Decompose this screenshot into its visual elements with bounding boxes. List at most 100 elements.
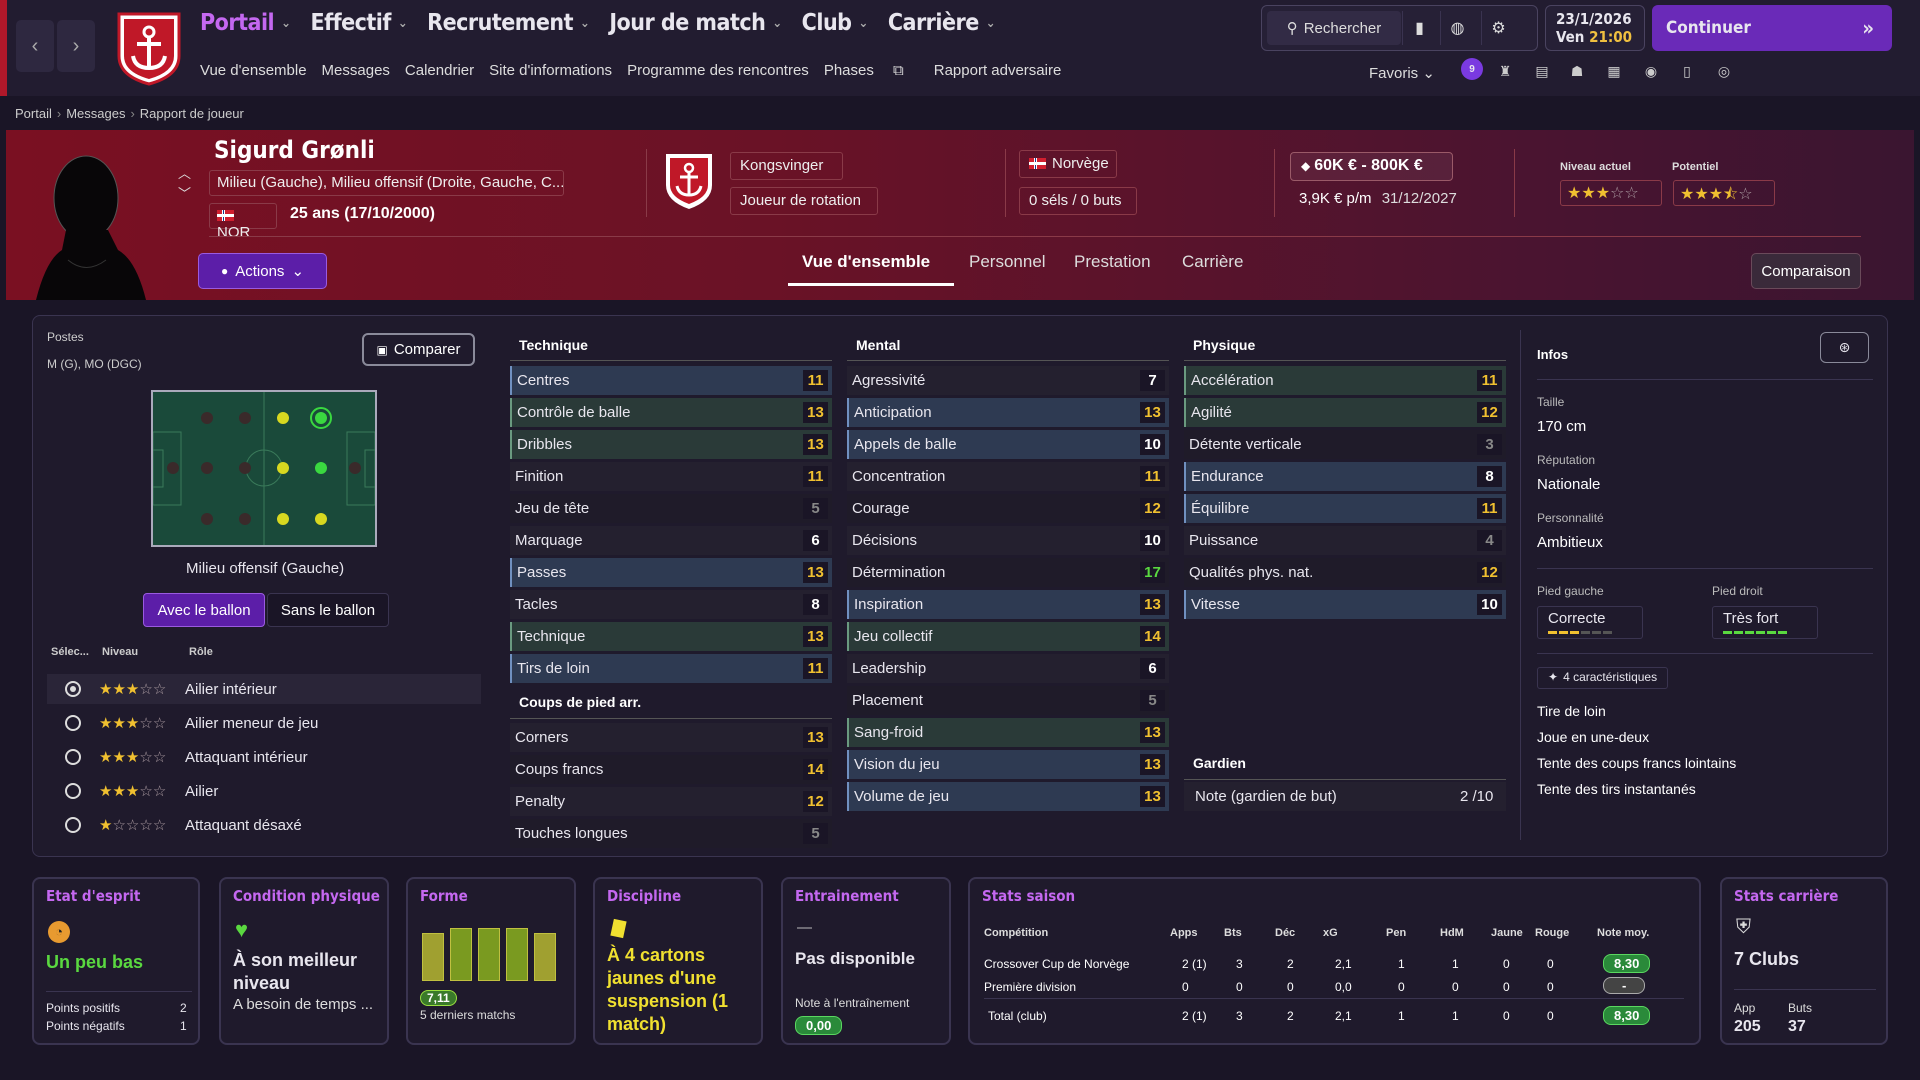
attribute-row[interactable]: Coups francs 14 — [510, 755, 832, 784]
notification-badge[interactable]: 9 — [1461, 58, 1483, 80]
role-radio[interactable] — [65, 749, 81, 765]
compare-button[interactable]: ▣ Comparer — [362, 333, 475, 366]
submenu-programme[interactable]: Programme des rencontres — [627, 62, 809, 79]
attribute-row[interactable]: Technique 13 — [510, 622, 832, 651]
attribute-row[interactable]: Vision du jeu 13 — [847, 750, 1169, 779]
attribute-row[interactable]: Sang-froid 13 — [847, 718, 1169, 747]
date-time[interactable]: 23/1/2026 Ven 21:00 — [1545, 5, 1645, 51]
attribute-row[interactable]: Jeu collectif 14 — [847, 622, 1169, 651]
submenu-site-informations[interactable]: Site d'informations — [489, 62, 612, 79]
menu-portail[interactable]: Portail ⌄ — [200, 10, 291, 36]
submenu-calendrier[interactable]: Calendrier — [405, 62, 474, 79]
finance-icon[interactable]: ▯ — [1677, 63, 1697, 83]
traits-badge[interactable]: ✦ 4 caractéristiques — [1537, 667, 1669, 689]
actions-button[interactable]: ● Actions ⌄ — [198, 253, 327, 289]
calendar-icon[interactable]: ▦ — [1604, 63, 1624, 83]
attribute-row[interactable]: Inspiration 13 — [847, 590, 1169, 619]
role-row[interactable]: ★★★☆☆ Ailier — [47, 776, 481, 806]
attribute-row[interactable]: Accélération 11 — [1184, 366, 1506, 395]
attribute-row[interactable]: Marquage 6 — [510, 526, 832, 555]
without-ball-toggle[interactable]: Sans le ballon — [267, 593, 389, 627]
globe-icon[interactable]: ◍ — [1440, 11, 1474, 45]
tactics-icon[interactable]: ▤ — [1532, 63, 1552, 83]
menu-carriere[interactable]: Carrière ⌄ — [888, 10, 996, 36]
attribute-row[interactable]: Penalty 12 — [510, 787, 832, 816]
attribute-row[interactable]: Finition 11 — [510, 462, 832, 491]
role-row[interactable]: ★★★☆☆ Attaquant intérieur — [47, 742, 481, 772]
world-icon[interactable]: ◎ — [1714, 63, 1734, 83]
attribute-row[interactable]: Endurance 8 — [1184, 462, 1506, 491]
national-team[interactable]: Norvège — [1019, 150, 1117, 178]
menu-club[interactable]: Club ⌄ — [802, 10, 869, 36]
tab-carriere[interactable]: Carrière — [1182, 252, 1243, 272]
attribute-row[interactable]: Agilité 12 — [1184, 398, 1506, 427]
favorites-dropdown[interactable]: Favoris ⌄ — [1369, 64, 1435, 82]
attribute-row[interactable]: Puissance 4 — [1184, 526, 1506, 555]
attribute-row[interactable]: Passes 13 — [510, 558, 832, 587]
attribute-row[interactable]: Tacles 8 — [510, 590, 832, 619]
attribute-row[interactable]: Décisions 10 — [847, 526, 1169, 555]
role-row[interactable]: ★☆☆☆☆ Attaquant désaxé — [47, 810, 481, 840]
attribute-row[interactable]: Détente verticale 3 — [1184, 430, 1506, 459]
attribute-row[interactable]: Qualités phys. nat. 12 — [1184, 558, 1506, 587]
menu-effectif[interactable]: Effectif ⌄ — [310, 10, 407, 36]
attribute-row[interactable]: Centres 11 — [510, 366, 832, 395]
training-card[interactable]: Entrainement — Pas disponible Note à l'e… — [781, 877, 951, 1045]
club-name[interactable]: Kongsvinger — [730, 152, 843, 180]
submenu-rapport-adversaire[interactable]: Rapport adversaire — [934, 62, 1062, 79]
submenu-phases[interactable]: Phases ⧉ — [824, 62, 919, 79]
submenu-vue-ensemble[interactable]: Vue d'ensemble — [200, 62, 307, 79]
menu-recrutement[interactable]: Recrutement ⌄ — [427, 10, 590, 36]
submenu-messages[interactable]: Messages — [322, 62, 390, 79]
staff-icon[interactable]: ☗ — [1567, 63, 1587, 83]
continue-button[interactable]: Continuer» — [1652, 5, 1892, 51]
forward-arrow-icon[interactable]: › — [57, 20, 95, 72]
tab-personnel[interactable]: Personnel — [969, 252, 1046, 272]
search-button[interactable]: ⚲ Rechercher — [1267, 11, 1401, 45]
bookmark-icon[interactable]: ▮ — [1402, 11, 1436, 45]
attribute-row[interactable]: Courage 12 — [847, 494, 1169, 523]
attribute-row[interactable]: Jeu de tête 5 — [510, 494, 832, 523]
role-radio[interactable] — [65, 681, 81, 697]
club-logo[interactable] — [113, 10, 185, 86]
discipline-card[interactable]: Discipline À 4 cartons jaunes d'une susp… — [593, 877, 763, 1045]
tab-prestation[interactable]: Prestation — [1074, 252, 1151, 272]
form-card[interactable]: Forme 7,11 5 derniers matchs — [406, 877, 576, 1045]
attribute-row[interactable]: Équilibre 11 — [1184, 494, 1506, 523]
role-row[interactable]: ★★★☆☆ Ailier intérieur — [47, 674, 481, 704]
attribute-row[interactable]: Vitesse 10 — [1184, 590, 1506, 619]
role-radio[interactable] — [65, 817, 81, 833]
attribute-row[interactable]: Contrôle de balle 13 — [510, 398, 832, 427]
morale-card[interactable]: Etat d'esprit ◔ Un peu bas Points positi… — [32, 877, 200, 1045]
player-switch-arrows[interactable]: ︿ ﹀ — [178, 164, 191, 204]
role-radio[interactable] — [65, 715, 81, 731]
profile-settings-icon[interactable]: ⊛ — [1820, 332, 1869, 363]
menu-jour-de-match[interactable]: Jour de match ⌄ — [609, 10, 782, 36]
comparison-button[interactable]: Comparaison — [1751, 253, 1861, 289]
gear-icon[interactable]: ⚙ — [1481, 11, 1515, 45]
career-stats-card[interactable]: Stats carrière ⛨ 7 Clubs App 205 Buts 37 — [1720, 877, 1888, 1045]
attribute-row[interactable]: Appels de balle 10 — [847, 430, 1169, 459]
attribute-row[interactable]: Placement 5 — [847, 686, 1169, 715]
role-radio[interactable] — [65, 783, 81, 799]
attribute-row[interactable]: Agressivité 7 — [847, 366, 1169, 395]
breadcrumb-messages[interactable]: Messages — [66, 106, 125, 121]
attribute-row[interactable]: Détermination 17 — [847, 558, 1169, 587]
with-ball-toggle[interactable]: Avec le ballon — [143, 593, 265, 627]
attribute-row[interactable]: Concentration 11 — [847, 462, 1169, 491]
attribute-row[interactable]: Corners 13 — [510, 723, 832, 752]
club-badge[interactable] — [662, 151, 716, 211]
attribute-row[interactable]: Anticipation 13 — [847, 398, 1169, 427]
club-icon[interactable]: ◉ — [1641, 63, 1661, 83]
shirt-icon[interactable]: ♜ — [1495, 63, 1515, 83]
attribute-row[interactable]: Leadership 6 — [847, 654, 1169, 683]
attribute-row[interactable]: Tirs de loin 11 — [510, 654, 832, 683]
breadcrumb-portail[interactable]: Portail — [15, 106, 52, 121]
attribute-row[interactable]: Touches longues 5 — [510, 819, 832, 848]
attribute-row[interactable]: Dribbles 13 — [510, 430, 832, 459]
tab-vue-ensemble[interactable]: Vue d'ensemble — [802, 252, 930, 272]
attribute-row[interactable]: Volume de jeu 13 — [847, 782, 1169, 811]
back-arrow-icon[interactable]: ‹ — [16, 20, 54, 72]
season-stats-card[interactable]: Stats saison Compétition Apps Bts Déc xG Pen H… — [968, 877, 1701, 1045]
role-row[interactable]: ★★★☆☆ Ailier meneur de jeu — [47, 708, 481, 738]
